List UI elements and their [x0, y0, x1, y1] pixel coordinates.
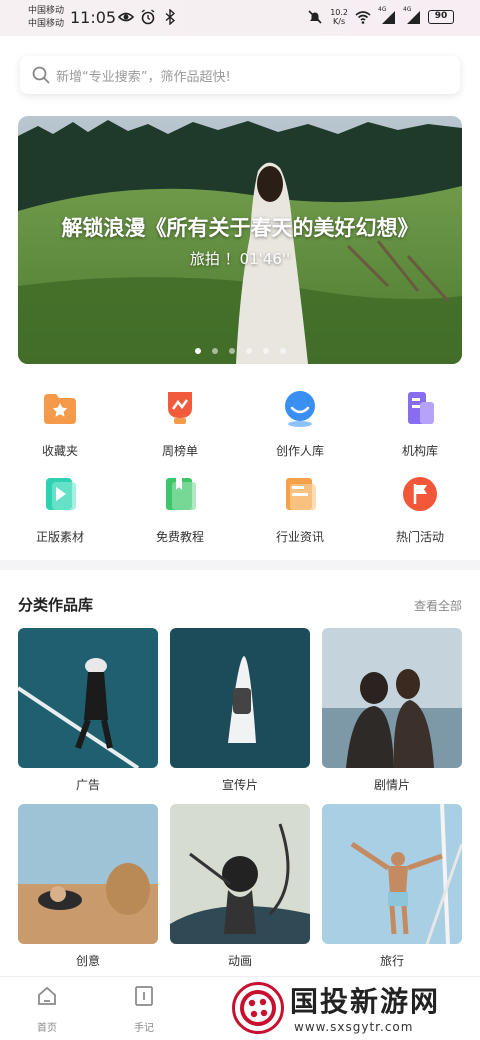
- status-icons-right: 10.2 K/s 4G 4G 90: [307, 6, 454, 26]
- category-label: 创意: [75, 954, 100, 968]
- carrier-1: 中国移动: [28, 6, 65, 16]
- signal-2: 4G: [403, 6, 421, 25]
- battery-indicator: 90: [428, 10, 454, 24]
- carousel-dot[interactable]: [228, 348, 235, 354]
- shortcut-weekly-chart[interactable]: 周榜单: [120, 388, 240, 459]
- tab-label: 手记: [134, 1023, 154, 1034]
- carousel-dot[interactable]: [262, 348, 269, 354]
- shortcut-hot-events[interactable]: 热门活动: [360, 474, 480, 545]
- shortcut-label: 免费教程: [155, 530, 204, 544]
- flag-icon: [403, 477, 437, 511]
- carousel-dot[interactable]: [279, 348, 286, 354]
- status-icons-left: [118, 9, 178, 25]
- carousel-dot[interactable]: [194, 348, 201, 354]
- category-card-ad[interactable]: 广告: [18, 628, 158, 793]
- watermark-title: 国投新游网: [290, 985, 441, 1018]
- net-speed: 10.2 K/s: [330, 8, 348, 26]
- status-bar: 中国移动 中国移动 11:05 10.2 K/s 4G 4G 90: [0, 0, 480, 36]
- bluetooth-icon: [165, 9, 176, 25]
- trophy-icon: [168, 392, 192, 424]
- tab-label: 首页: [37, 1023, 57, 1034]
- category-label: 广告: [75, 778, 100, 792]
- category-thumbnail: [322, 628, 462, 768]
- net-speed-unit: K/s: [333, 17, 346, 26]
- creator-icon: [285, 391, 315, 427]
- carrier-2: 中国移动: [28, 19, 65, 29]
- building-icon: [408, 392, 434, 424]
- home-icon: [38, 986, 56, 1005]
- category-thumbnail: [18, 628, 158, 768]
- hero-banner[interactable]: 解锁浪漫《所有关于春天的美好幻想》 旅拍 ！01'46'': [18, 116, 462, 364]
- notebook-icon: [135, 986, 153, 1006]
- category-card-promo[interactable]: 宣传片: [170, 628, 310, 793]
- signal-1: 4G: [378, 6, 396, 25]
- category-label: 剧情片: [373, 778, 410, 792]
- tab-home[interactable]: 首页: [17, 985, 77, 1034]
- shortcut-institutions[interactable]: 机构库: [360, 388, 480, 459]
- shortcut-favorites[interactable]: 收藏夹: [0, 388, 120, 459]
- shortcut-label: 创作人库: [275, 444, 324, 458]
- shortcut-label: 机构库: [401, 444, 438, 458]
- category-card-travel[interactable]: 旅行: [322, 804, 462, 969]
- category-thumbnail: [18, 804, 158, 944]
- news-icon: [286, 478, 316, 510]
- shortcut-label: 收藏夹: [41, 444, 78, 458]
- video-play-icon: [46, 478, 76, 510]
- shortcut-label: 正版素材: [35, 530, 84, 544]
- shortcut-label: 热门活动: [395, 530, 444, 544]
- category-card-animation[interactable]: 动画: [170, 804, 310, 969]
- category-label: 动画: [227, 954, 252, 968]
- shortcut-industry-news[interactable]: 行业资讯: [240, 474, 360, 545]
- section-divider: [0, 560, 480, 570]
- view-all-link[interactable]: 查看全部: [414, 597, 462, 614]
- mute-bell-icon: [308, 10, 322, 24]
- banner-title: 解锁浪漫《所有关于春天的美好幻想》: [61, 216, 419, 240]
- category-thumbnail: [170, 804, 310, 944]
- net-speed-value: 10.2: [330, 8, 348, 17]
- signal-bars-icon: [407, 11, 420, 24]
- category-card-creative[interactable]: 创意: [18, 804, 158, 969]
- carrier-info: 中国移动 中国移动: [28, 5, 64, 31]
- category-thumbnail: [322, 804, 462, 944]
- shortcut-free-tutorials[interactable]: 免费教程: [120, 474, 240, 545]
- category-thumbnail: [170, 628, 310, 768]
- alarm-icon: [141, 9, 155, 25]
- folder-star-icon: [44, 394, 76, 424]
- tab-notes[interactable]: 手记: [114, 985, 174, 1034]
- shortcut-label: 行业资讯: [275, 530, 324, 544]
- search-icon: [32, 66, 50, 84]
- bookmark-book-icon: [166, 478, 196, 510]
- search-bar[interactable]: 新增“专业搜索”，筛作品超快!: [20, 56, 460, 94]
- banner-subtitle: 旅拍 ！01'46'': [189, 250, 291, 268]
- clock: 11:05: [70, 8, 117, 27]
- wifi-icon: [355, 11, 371, 24]
- signal-bars-icon: [382, 11, 395, 24]
- shortcut-label: 周榜单: [161, 444, 198, 458]
- search-placeholder: 新增“专业搜索”，筛作品超快!: [56, 69, 231, 85]
- category-label: 旅行: [379, 954, 404, 968]
- watermark-url: www.sxsgytr.com: [294, 1020, 414, 1034]
- category-card-drama[interactable]: 剧情片: [322, 628, 462, 793]
- site-watermark: 国投新游网 www.sxsgytr.com: [232, 980, 476, 1038]
- carousel-dot[interactable]: [211, 348, 218, 354]
- section-title: 分类作品库: [18, 596, 94, 614]
- carousel-dots[interactable]: [18, 348, 462, 354]
- category-label: 宣传片: [221, 778, 258, 792]
- eye-icon: [118, 12, 134, 22]
- watermark-logo-icon: [232, 982, 284, 1034]
- carousel-dot[interactable]: [245, 348, 252, 354]
- shortcut-creators[interactable]: 创作人库: [240, 388, 360, 459]
- shortcut-licensed-assets[interactable]: 正版素材: [0, 474, 120, 545]
